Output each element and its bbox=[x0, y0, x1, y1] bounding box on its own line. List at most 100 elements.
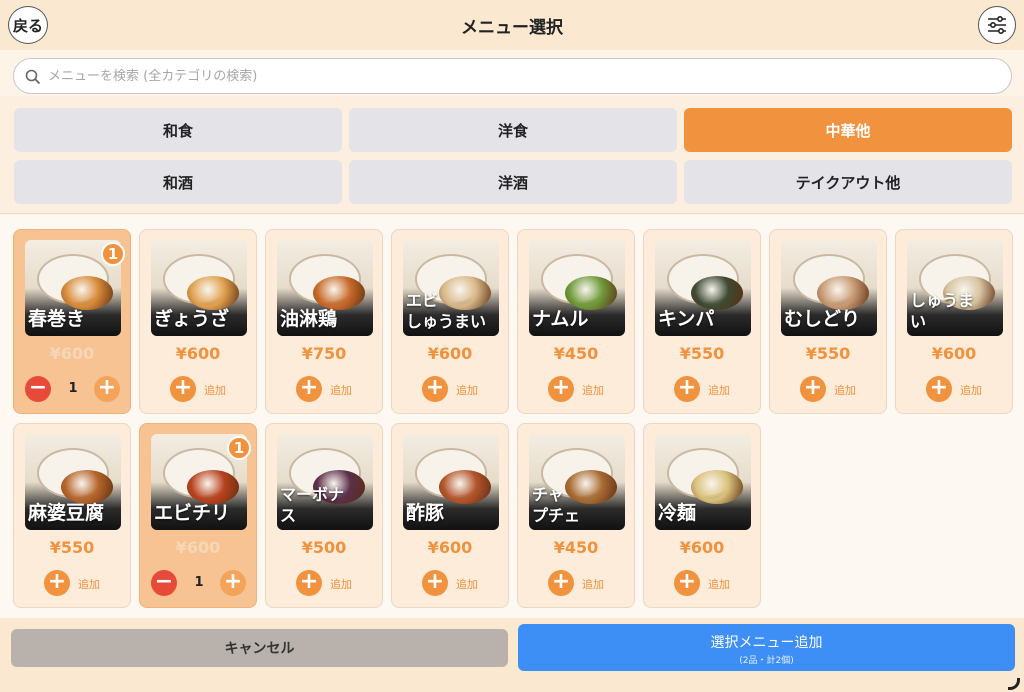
menu-item-name: 油淋鶏 bbox=[280, 308, 338, 330]
add-label[interactable]: 追加 bbox=[582, 382, 604, 398]
tab-takeout[interactable]: テイクアウト他 bbox=[684, 160, 1012, 204]
quantity-value: 1 bbox=[194, 575, 204, 590]
menu-item-card[interactable]: エビチリ 1 ¥600 − 1 + bbox=[139, 423, 257, 608]
search-box[interactable] bbox=[13, 58, 1012, 94]
food-icon bbox=[61, 276, 113, 310]
add-button[interactable]: + bbox=[422, 376, 448, 402]
add-label[interactable]: 追加 bbox=[330, 576, 352, 592]
add-button[interactable]: + bbox=[44, 570, 70, 596]
add-button[interactable]: + bbox=[674, 376, 700, 402]
add-button[interactable]: + bbox=[548, 570, 574, 596]
decrease-button[interactable]: − bbox=[25, 376, 51, 402]
menu-item-name: エビチリ bbox=[154, 502, 231, 524]
menu-item-price: ¥750 bbox=[301, 344, 347, 363]
add-label[interactable]: 追加 bbox=[582, 576, 604, 592]
menu-grid: 春巻き 1 ¥600−1 + ぎょうざ ¥600 + 追加 油淋鶏 ¥750 + 追加 エビ しゅうまい… bbox=[0, 215, 1024, 618]
category-tabs: 和食 洋食 中華他 和酒 洋酒 テイクアウト他 bbox=[0, 96, 1024, 214]
add-selected-button[interactable]: 選択メニュー追加 (2品・計2個) bbox=[518, 624, 1015, 671]
food-icon bbox=[691, 470, 743, 504]
plate-icon bbox=[667, 254, 743, 310]
count-badge: 1 bbox=[227, 436, 251, 460]
menu-item-card[interactable]: 油淋鶏 ¥750 + 追加 bbox=[265, 229, 383, 414]
sliders-icon bbox=[988, 15, 1006, 35]
tab-yoshoku[interactable]: 洋食 bbox=[349, 108, 677, 152]
menu-item-name: むしどり bbox=[784, 308, 861, 330]
increase-button[interactable]: + bbox=[94, 376, 120, 402]
menu-item-card[interactable]: 麻婆豆腐 ¥550 + 追加 bbox=[13, 423, 131, 608]
menu-item-card[interactable]: しゅうま い ¥600 + 追加 bbox=[895, 229, 1013, 414]
menu-item-photo[interactable]: しゅうま い bbox=[907, 240, 1003, 336]
add-button[interactable]: + bbox=[674, 570, 700, 596]
menu-item-card[interactable]: キンパ ¥550 + 追加 bbox=[643, 229, 761, 414]
add-label[interactable]: 追加 bbox=[456, 576, 478, 592]
menu-item-photo[interactable]: 冷麺 bbox=[655, 434, 751, 530]
add-button[interactable]: + bbox=[800, 376, 826, 402]
menu-item-price: ¥600 bbox=[427, 344, 473, 363]
menu-item-price: ¥550 bbox=[805, 344, 851, 363]
menu-item-card[interactable]: ぎょうざ ¥600 + 追加 bbox=[139, 229, 257, 414]
menu-item-photo[interactable]: キンパ bbox=[655, 240, 751, 336]
quantity-controls: + 追加 bbox=[644, 570, 760, 596]
menu-item-card[interactable]: チャ プチェ ¥450 + 追加 bbox=[517, 423, 635, 608]
menu-item-price: ¥600 bbox=[175, 538, 221, 557]
decrease-button[interactable]: − bbox=[151, 570, 177, 596]
menu-item-name: しゅうま い bbox=[910, 291, 975, 331]
menu-item-name: ぎょうざ bbox=[154, 308, 230, 330]
menu-item-photo[interactable]: 酢豚 bbox=[403, 434, 499, 530]
menu-item-photo[interactable]: 油淋鶏 bbox=[277, 240, 373, 336]
add-label[interactable]: 追加 bbox=[330, 382, 352, 398]
add-button[interactable]: + bbox=[296, 570, 322, 596]
quantity-controls: + 追加 bbox=[770, 376, 886, 402]
increase-button[interactable]: + bbox=[220, 570, 246, 596]
search-icon bbox=[25, 69, 41, 85]
food-icon bbox=[187, 470, 239, 504]
tab-yoshu[interactable]: 洋酒 bbox=[349, 160, 677, 204]
add-label[interactable]: 追加 bbox=[708, 576, 730, 592]
add-button[interactable]: + bbox=[170, 376, 196, 402]
menu-item-photo[interactable]: チャ プチェ bbox=[529, 434, 625, 530]
menu-item-name: エビ しゅうまい bbox=[406, 291, 487, 331]
menu-item-card[interactable]: 春巻き 1 ¥600 − 1 + bbox=[13, 229, 131, 414]
add-label[interactable]: 追加 bbox=[708, 382, 730, 398]
cancel-button[interactable]: キャンセル bbox=[11, 629, 508, 667]
plate-icon bbox=[289, 254, 365, 310]
add-label[interactable]: 追加 bbox=[78, 576, 100, 592]
settings-button[interactable] bbox=[978, 6, 1016, 44]
add-button[interactable]: + bbox=[548, 376, 574, 402]
menu-item-name: 酢豚 bbox=[406, 502, 445, 524]
add-label[interactable]: 追加 bbox=[456, 382, 478, 398]
food-icon bbox=[61, 470, 113, 504]
add-label[interactable]: 追加 bbox=[204, 382, 226, 398]
menu-item-photo[interactable]: ナムル bbox=[529, 240, 625, 336]
search-input[interactable] bbox=[48, 59, 998, 93]
menu-item-photo[interactable]: ぎょうざ bbox=[151, 240, 247, 336]
quantity-controls: + 追加 bbox=[140, 376, 256, 402]
menu-item-name: キンパ bbox=[658, 308, 715, 330]
menu-item-card[interactable]: 冷麺 ¥600 + 追加 bbox=[643, 423, 761, 608]
menu-item-name: 春巻き bbox=[28, 308, 86, 330]
add-label[interactable]: 追加 bbox=[834, 382, 856, 398]
tab-washu[interactable]: 和酒 bbox=[14, 160, 342, 204]
add-label[interactable]: 追加 bbox=[960, 382, 982, 398]
food-icon bbox=[565, 276, 617, 310]
menu-item-card[interactable]: 酢豚 ¥600 + 追加 bbox=[391, 423, 509, 608]
menu-item-card[interactable]: エビ しゅうまい ¥600 + 追加 bbox=[391, 229, 509, 414]
menu-item-card[interactable]: マーボナ ス ¥500 + 追加 bbox=[265, 423, 383, 608]
menu-item-photo[interactable]: エビ しゅうまい bbox=[403, 240, 499, 336]
tab-washoku[interactable]: 和食 bbox=[14, 108, 342, 152]
food-icon bbox=[817, 276, 869, 310]
menu-item-photo[interactable]: 麻婆豆腐 bbox=[25, 434, 121, 530]
menu-item-photo[interactable]: マーボナ ス bbox=[277, 434, 373, 530]
menu-item-card[interactable]: むしどり ¥550 + 追加 bbox=[769, 229, 887, 414]
quantity-controls: + 追加 bbox=[266, 570, 382, 596]
add-button[interactable]: + bbox=[926, 376, 952, 402]
tab-chuka[interactable]: 中華他 bbox=[684, 108, 1012, 152]
add-button[interactable]: + bbox=[422, 570, 448, 596]
quantity-controls: − 1 + bbox=[14, 376, 130, 402]
add-button[interactable]: + bbox=[296, 376, 322, 402]
menu-item-name: チャ プチェ bbox=[532, 485, 581, 525]
menu-item-card[interactable]: ナムル ¥450 + 追加 bbox=[517, 229, 635, 414]
menu-item-photo[interactable]: むしどり bbox=[781, 240, 877, 336]
plate-icon bbox=[415, 448, 491, 504]
menu-item-price: ¥600 bbox=[427, 538, 473, 557]
